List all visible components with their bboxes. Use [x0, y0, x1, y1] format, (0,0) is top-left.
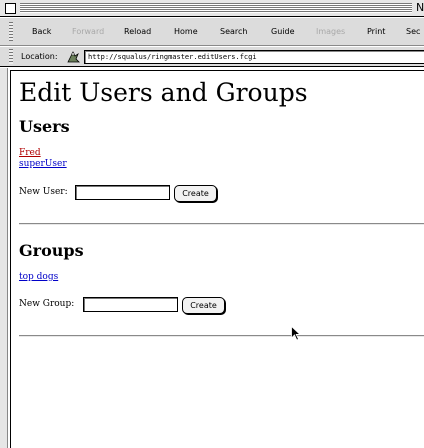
new-group-input[interactable]	[83, 297, 178, 312]
group-link-top-dogs[interactable]: top dogs	[19, 272, 58, 283]
back-button[interactable]: Back	[32, 27, 51, 37]
users-divider	[19, 223, 424, 225]
user-link-superuser[interactable]: superUser	[19, 159, 67, 170]
window-title: N	[416, 1, 424, 15]
url-field[interactable]: http://squalus/ringmaster.editUsers.fcgi	[84, 50, 424, 64]
navigation-toolbar: Back Forward Reload Home Search Guide Im…	[0, 18, 424, 46]
images-button[interactable]: Images	[316, 27, 345, 37]
user-link-fred[interactable]: Fred	[19, 148, 41, 159]
create-group-button[interactable]: Create	[182, 297, 225, 314]
content-frame-top	[10, 70, 424, 71]
create-user-button[interactable]: Create	[174, 185, 217, 202]
security-button[interactable]: Sec	[406, 27, 420, 37]
reload-button[interactable]: Reload	[124, 27, 151, 37]
mouse-pointer-icon	[291, 326, 301, 341]
groups-heading: Groups	[19, 241, 84, 260]
new-user-input[interactable]	[75, 185, 170, 200]
window-left-edge	[0, 68, 8, 448]
close-box[interactable]	[5, 3, 16, 14]
location-collapse-grip[interactable]	[9, 49, 13, 64]
window-title-bar[interactable]: N	[0, 0, 424, 17]
groups-divider	[19, 335, 424, 337]
title-bar-stripes	[20, 3, 412, 13]
location-label: Location:	[21, 52, 58, 61]
forward-button[interactable]: Forward	[72, 27, 104, 37]
print-button[interactable]: Print	[367, 27, 385, 37]
location-toolbar: Location: http://squalus/ringmaster.edit…	[0, 47, 424, 67]
new-user-label: New User:	[19, 187, 68, 197]
new-group-label: New Group:	[19, 299, 75, 309]
page-proxy-icon[interactable]	[66, 50, 80, 64]
users-heading: Users	[19, 117, 70, 136]
page-title: Edit Users and Groups	[19, 78, 308, 107]
search-button[interactable]: Search	[220, 27, 247, 37]
toolbar-collapse-grip[interactable]	[9, 22, 13, 41]
guide-button[interactable]: Guide	[271, 27, 295, 37]
home-button[interactable]: Home	[174, 27, 198, 37]
content-frame-left	[10, 70, 11, 448]
